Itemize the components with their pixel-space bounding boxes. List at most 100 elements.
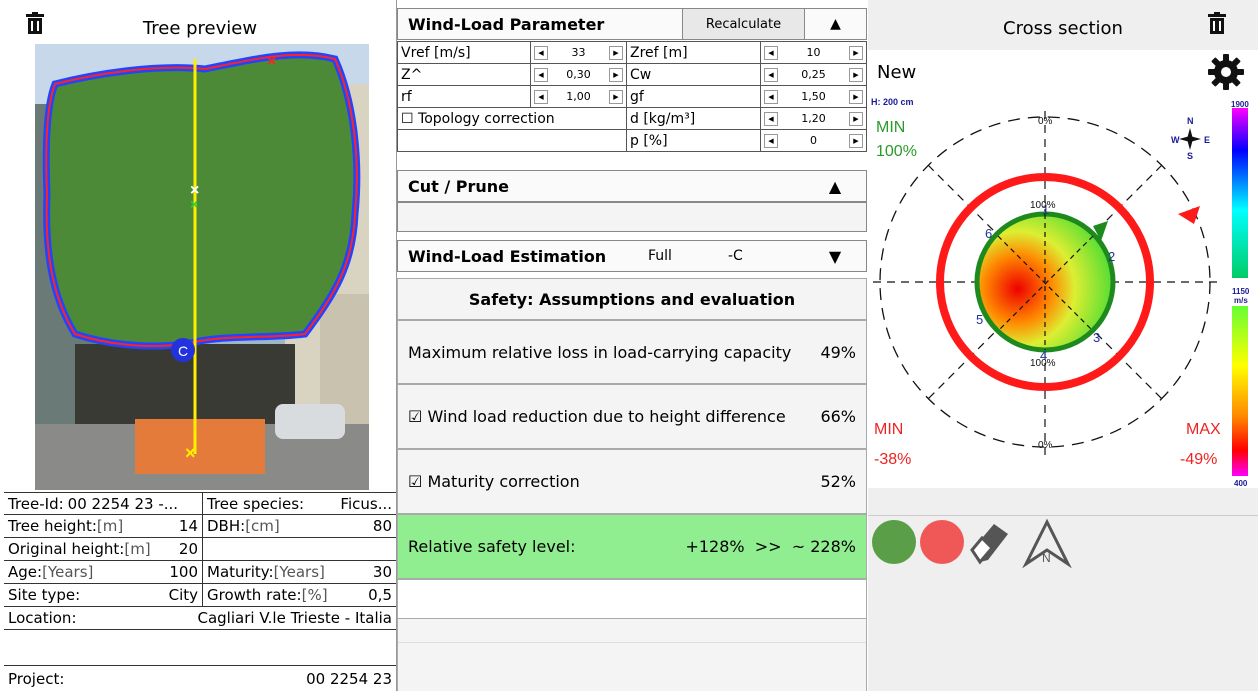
tree-id-value[interactable]: 00 2254 23 -...	[64, 495, 198, 513]
site-type-value[interactable]: City	[80, 586, 198, 604]
maturity-correction-label: Maturity correction	[427, 472, 580, 491]
collapse-icon[interactable]: ▲	[804, 9, 866, 39]
age-unit: [Years]	[42, 563, 94, 581]
d-stepper[interactable]: ◀ 1,20 ▶	[764, 111, 863, 126]
estimation-mode[interactable]: Full	[648, 248, 728, 264]
orig-height-unit: [m]	[124, 540, 151, 558]
decrement-icon[interactable]: ◀	[534, 89, 548, 104]
p-value[interactable]: 0	[810, 134, 817, 147]
cut-prune-body	[397, 202, 867, 232]
increment-icon[interactable]: ▶	[609, 67, 623, 82]
zref-value[interactable]: 10	[807, 46, 821, 59]
estimation-header[interactable]: Wind-Load Estimation Full -C ▼	[397, 240, 867, 272]
gf-stepper[interactable]: ◀ 1,50 ▶	[764, 89, 863, 104]
green-marker-button[interactable]	[872, 520, 916, 564]
info-row-orig: Original height: [m] 20	[4, 538, 396, 561]
info-row-id: Tree-Id: 00 2254 23 -... Tree species: Fic…	[4, 492, 396, 515]
increment-icon[interactable]: ▶	[609, 89, 623, 104]
decrement-icon[interactable]: ◀	[764, 45, 778, 60]
checkbox-checked-icon[interactable]: ☑	[408, 407, 427, 426]
max-bottom-value: -49%	[1180, 451, 1217, 468]
red-marker-button[interactable]	[920, 520, 964, 564]
max-loss-label: Maximum relative loss in load-carrying c…	[408, 342, 792, 362]
height-value[interactable]: 14	[123, 517, 198, 535]
svg-text:E: E	[1204, 135, 1210, 145]
z-value[interactable]: 0,30	[566, 68, 591, 81]
north-arrow-icon[interactable]: N	[1020, 518, 1074, 568]
cross-section-name[interactable]: New	[877, 62, 916, 83]
rf-value[interactable]: 1,00	[566, 90, 591, 103]
site-type-label: Site type:	[8, 586, 81, 604]
eraser-icon[interactable]	[968, 518, 1014, 566]
d-value[interactable]: 1,20	[801, 112, 826, 125]
dbh-value[interactable]: 80	[280, 517, 392, 535]
min-bottom-label: MIN	[874, 421, 903, 438]
wind-reduction-row[interactable]: ☑ Wind load reduction due to height diff…	[397, 384, 867, 449]
dbh-unit: [cm]	[245, 517, 280, 535]
location-label: Location:	[8, 609, 77, 627]
zref-stepper[interactable]: ◀ 10 ▶	[764, 45, 863, 60]
age-value[interactable]: 100	[93, 563, 198, 581]
increment-icon[interactable]: ▶	[849, 45, 863, 60]
location-value[interactable]: Cagliari V.le Trieste - Italia	[77, 609, 393, 627]
maturity-value[interactable]: 30	[325, 563, 392, 581]
species-value[interactable]: Ficus...	[304, 495, 392, 513]
vref-stepper[interactable]: ◀ 33 ▶	[534, 45, 623, 60]
checkbox-checked-icon[interactable]: ☑	[408, 472, 427, 491]
cut-prune-header[interactable]: Cut / Prune ▲	[397, 170, 867, 202]
rf-stepper[interactable]: ◀ 1,00 ▶	[534, 89, 623, 104]
scale-bottom-label: 400	[1234, 479, 1248, 488]
safety-level-row: Relative safety level: +128% >> ~ 228%	[397, 514, 867, 579]
increment-icon[interactable]: ▶	[609, 45, 623, 60]
delete-icon[interactable]	[1208, 12, 1226, 34]
orig-height-value[interactable]: 20	[151, 540, 198, 558]
vref-value[interactable]: 33	[572, 46, 586, 59]
expand-icon[interactable]: ▼	[804, 247, 866, 266]
increment-icon[interactable]: ▶	[849, 111, 863, 126]
percent-0-top: 0%	[1038, 116, 1053, 127]
d-label: d [kg/m³]	[626, 107, 761, 130]
sensor-5-label: 5	[976, 312, 983, 327]
percent-100-bottom: 100%	[1030, 358, 1056, 369]
cw-stepper[interactable]: ◀ 0,25 ▶	[764, 67, 863, 82]
topology-checkbox[interactable]: ☐ Topology correction	[397, 107, 627, 130]
decrement-icon[interactable]: ◀	[534, 45, 548, 60]
scale-unit-label: m/s	[1234, 296, 1248, 305]
wind-param-table: Vref [m/s] ◀ 33 ▶ Zref [m] ◀ 10 ▶ Z^ ◀ 0,30 ▶ …	[397, 41, 867, 152]
cw-value[interactable]: 0,25	[801, 68, 826, 81]
project-value[interactable]: 00 2254 23	[64, 670, 392, 688]
svg-text:N: N	[1042, 551, 1051, 565]
p-label: p [%]	[626, 129, 761, 152]
growth-rate-unit: [%]	[301, 586, 328, 604]
age-label: Age:	[8, 563, 43, 581]
maturity-label: Maturity:	[207, 563, 274, 581]
decrement-icon[interactable]: ◀	[764, 111, 778, 126]
wind-reduction-value: 66%	[820, 407, 856, 426]
safety-empty-row	[397, 579, 867, 619]
increment-icon[interactable]: ▶	[849, 89, 863, 104]
tree-photo[interactable]: C × × × ×	[35, 44, 369, 490]
collapse-icon[interactable]: ▲	[804, 177, 866, 196]
svg-text:×: ×	[185, 443, 196, 463]
decrement-icon[interactable]: ◀	[534, 67, 548, 82]
recalculate-button[interactable]: Recalculate	[682, 9, 804, 39]
safety-level-value: +128% >> ~ 228%	[685, 537, 856, 556]
decrement-icon[interactable]: ◀	[764, 133, 778, 148]
increment-icon[interactable]: ▶	[849, 67, 863, 82]
growth-rate-value[interactable]: 0,5	[328, 586, 392, 604]
z-stepper[interactable]: ◀ 0,30 ▶	[534, 67, 623, 82]
maturity-correction-row[interactable]: ☑ Maturity correction 52%	[397, 449, 867, 514]
safety-title: Safety: Assumptions and evaluation	[397, 278, 867, 320]
rf-label: rf	[397, 85, 531, 108]
wind-param-header: Wind-Load Parameter Recalculate ▲	[397, 8, 867, 40]
checkbox-icon[interactable]: ☐	[401, 111, 414, 127]
increment-icon[interactable]: ▶	[849, 133, 863, 148]
p-stepper[interactable]: ◀ 0 ▶	[764, 133, 863, 148]
scale-mid-label: 1150	[1232, 287, 1250, 296]
cut-prune-title: Cut / Prune	[408, 176, 510, 196]
decrement-icon[interactable]: ◀	[764, 89, 778, 104]
decrement-icon[interactable]: ◀	[764, 67, 778, 82]
settings-gear-icon[interactable]	[1206, 52, 1246, 92]
gf-value[interactable]: 1,50	[801, 90, 826, 103]
cross-section-diagram[interactable]: 1 2 3 4 5 6 0% 100% 100% 0% H: 200 cm MI…	[868, 96, 1258, 488]
